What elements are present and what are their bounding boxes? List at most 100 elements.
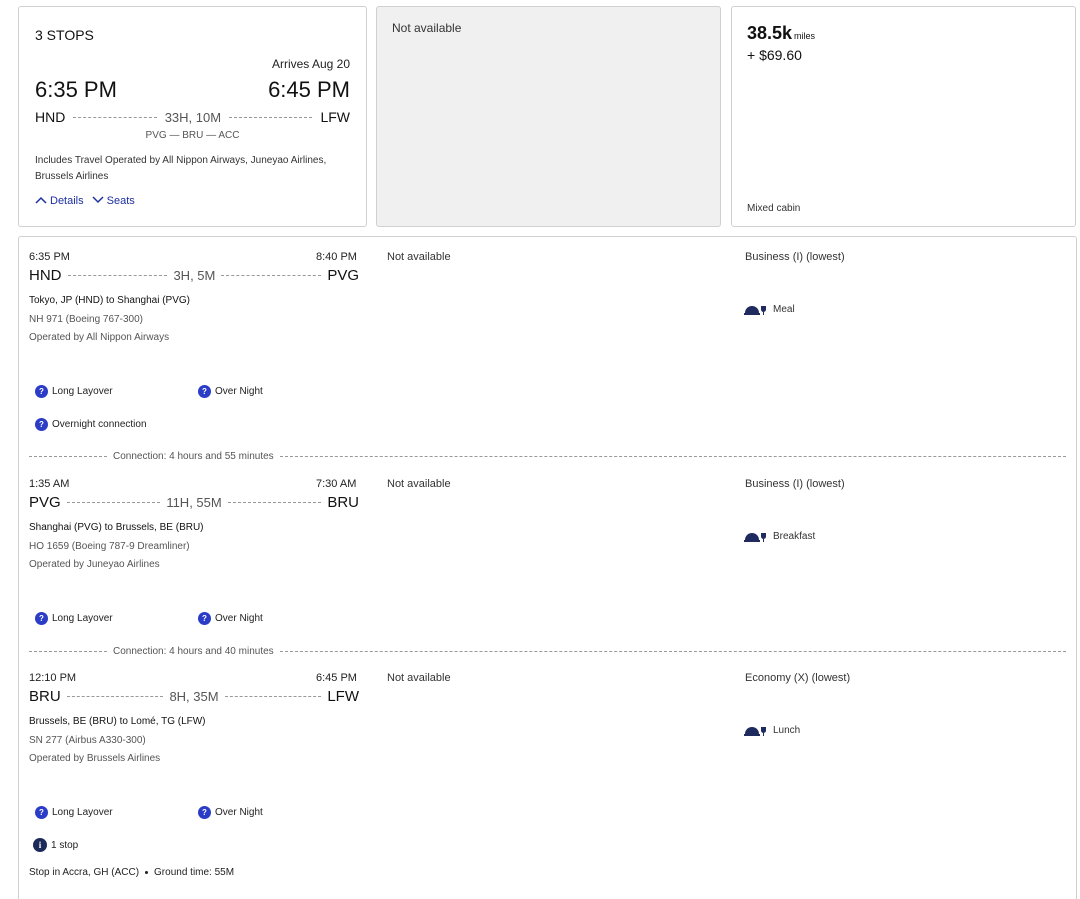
flight-details-panel: 6:35 PM 8:40 PM HND 3H, 5M PVG Tokyo, JP… xyxy=(18,236,1077,899)
stops-label: 1 stop xyxy=(51,839,79,851)
badge-label: Long Layover xyxy=(52,613,113,624)
over-night-badge[interactable]: ? Over Night xyxy=(198,806,263,819)
route-dash xyxy=(221,275,322,276)
segment-duration: 3H, 5M xyxy=(173,268,216,283)
details-label: Details xyxy=(50,195,84,207)
miles-value: 38.5k xyxy=(747,23,793,43)
segment-departure-time: 6:35 PM xyxy=(29,251,70,263)
question-icon: ? xyxy=(35,385,48,398)
question-icon: ? xyxy=(35,612,48,625)
flight-summary-card[interactable]: 3 STOPS Arrives Aug 20 6:35 PM 6:45 PM H… xyxy=(18,6,367,227)
long-layover-badge[interactable]: ? Long Layover xyxy=(35,806,113,819)
segment-origin: HND xyxy=(29,267,62,284)
details-toggle[interactable]: Details xyxy=(35,195,84,207)
stops-count: 3 STOPS xyxy=(35,27,94,43)
segment-not-available: Not available xyxy=(387,251,451,263)
cash-price: + $69.60 xyxy=(747,47,802,63)
segment-cabin: Business (I) (lowest) xyxy=(745,251,845,263)
segment-departure-time: 1:35 AM xyxy=(29,478,70,490)
info-icon: i xyxy=(33,838,47,852)
arrival-date: Arrives Aug 20 xyxy=(271,57,350,71)
meal-icon xyxy=(744,303,767,315)
meal-label: Breakfast xyxy=(773,530,816,542)
fare-miles-card[interactable]: 38.5k miles + $69.60 Mixed cabin xyxy=(731,6,1076,227)
segment-destination: PVG xyxy=(327,267,359,284)
question-icon: ? xyxy=(35,418,48,431)
stop-location: Stop in Accra, GH (ACC) xyxy=(29,867,140,878)
meal-icon xyxy=(744,724,767,736)
fare-unavailable-card: Not available xyxy=(376,6,721,227)
long-layover-badge[interactable]: ? Long Layover xyxy=(35,612,113,625)
segment-duration: 11H, 55M xyxy=(166,495,222,510)
segment-arrival-time: 8:40 PM xyxy=(316,251,357,263)
stops-info[interactable]: i 1 stop xyxy=(33,838,78,852)
badge-label: Over Night xyxy=(215,386,263,397)
segment-operator: Operated by Brussels Airlines xyxy=(29,753,161,764)
connection-divider: Connection: 4 hours and 55 minutes xyxy=(29,451,1066,462)
segment-flight: SN 277 (Airbus A330-300) xyxy=(29,735,146,746)
segment-cabin: Business (I) (lowest) xyxy=(745,478,845,490)
segment-departure-time: 12:10 PM xyxy=(29,672,77,684)
segment-destination: BRU xyxy=(327,494,360,511)
overnight-connection-badge[interactable]: ? Overnight connection xyxy=(35,418,147,431)
segment-title: Tokyo, JP (HND) to Shanghai (PVG) xyxy=(29,295,190,306)
segment-origin: PVG xyxy=(29,494,61,511)
not-available-text: Not available xyxy=(392,21,462,35)
question-icon: ? xyxy=(198,385,211,398)
origin-code: HND xyxy=(35,109,66,125)
badge-label: Over Night xyxy=(215,807,263,818)
route-line: HND 33H, 10M LFW xyxy=(35,109,350,125)
segment-not-available: Not available xyxy=(387,672,451,684)
badge-label: Over Night xyxy=(215,613,263,624)
badge-label: Long Layover xyxy=(52,807,113,818)
cabin-type: Mixed cabin xyxy=(747,203,801,214)
chevron-up-icon xyxy=(35,195,47,207)
segment-not-available: Not available xyxy=(387,478,451,490)
route-dash xyxy=(227,502,322,503)
destination-code: LFW xyxy=(320,109,350,125)
segment-title: Shanghai (PVG) to Brussels, BE (BRU) xyxy=(29,522,204,533)
card-links: Details Seats xyxy=(35,195,135,207)
via-airports: PVG — BRU — ACC xyxy=(145,130,240,141)
segment-cabin: Economy (X) (lowest) xyxy=(745,672,851,684)
badge-label: Long Layover xyxy=(52,386,113,397)
badge-label: Overnight connection xyxy=(52,419,147,430)
route-dash xyxy=(224,696,322,697)
segment-destination: LFW xyxy=(327,688,360,705)
segment-operator: Operated by All Nippon Airways xyxy=(29,332,170,343)
route-dash xyxy=(229,116,313,118)
connection-label: Connection: 4 hours and 55 minutes xyxy=(113,451,274,462)
segment-operator: Operated by Juneyao Airlines xyxy=(29,559,160,570)
segment-flight: HO 1659 (Boeing 787-9 Dreamliner) xyxy=(29,541,190,552)
miles-unit: miles xyxy=(794,31,816,41)
segment-title: Brussels, BE (BRU) to Lomé, TG (LFW) xyxy=(29,716,206,727)
stop-details: Stop in Accra, GH (ACC) Ground time: 55M xyxy=(29,867,234,878)
segment-origin: BRU xyxy=(29,688,61,705)
route-dash xyxy=(73,116,157,118)
seats-toggle[interactable]: Seats xyxy=(92,195,135,207)
segment-route: PVG 11H, 55M BRU xyxy=(29,494,359,511)
miles-price: 38.5k miles xyxy=(747,23,815,44)
segment-route: BRU 8H, 35M LFW xyxy=(29,688,359,705)
question-icon: ? xyxy=(198,806,211,819)
meal-label: Lunch xyxy=(773,724,801,736)
meal-icon xyxy=(744,530,767,542)
segment-meal: Lunch xyxy=(744,724,801,736)
route-dash xyxy=(67,275,168,276)
segment-meal: Meal xyxy=(744,303,795,315)
ground-time: Ground time: 55M xyxy=(154,867,235,878)
question-icon: ? xyxy=(198,612,211,625)
segment-route: HND 3H, 5M PVG xyxy=(29,267,359,284)
segment-duration: 8H, 35M xyxy=(169,689,219,704)
segment-meal: Breakfast xyxy=(744,530,816,542)
seats-label: Seats xyxy=(106,195,135,207)
segment-arrival-time: 7:30 AM xyxy=(316,478,357,490)
over-night-badge[interactable]: ? Over Night xyxy=(198,385,263,398)
long-layover-badge[interactable]: ? Long Layover xyxy=(35,385,113,398)
segment-flight: NH 971 (Boeing 767-300) xyxy=(29,314,143,325)
route-dash xyxy=(66,502,161,503)
separator-dot xyxy=(145,871,149,874)
over-night-badge[interactable]: ? Over Night xyxy=(198,612,263,625)
operators-note: Includes Travel Operated by All Nippon A… xyxy=(35,155,327,182)
chevron-down-icon xyxy=(92,195,104,207)
